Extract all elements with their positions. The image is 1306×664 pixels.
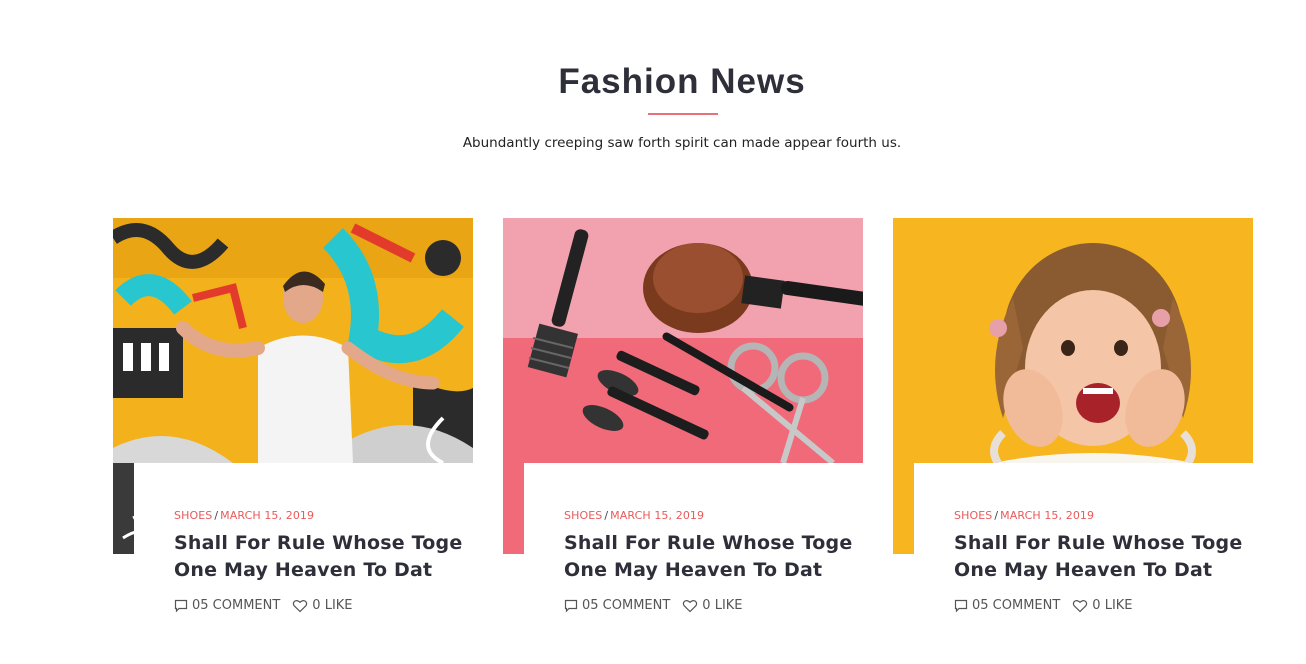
card-body: SHOES / MARCH 15, 2019 Shall For Rule Whos… — [134, 463, 473, 638]
comment-stat[interactable]: 05 COMMENT — [564, 598, 670, 613]
news-card: SHOES / MARCH 15, 2019 Shall For Rule Whos… — [113, 218, 473, 638]
date-link[interactable]: MARCH 15, 2019 — [1000, 509, 1094, 522]
like-stat[interactable]: 0 LIKE — [682, 598, 743, 613]
comment-count: 05 COMMENT — [582, 598, 671, 613]
like-stat[interactable]: 0 LIKE — [1072, 598, 1133, 613]
section-subtitle: Abundantly creeping saw forth spirit can… — [462, 135, 902, 151]
card-body: SHOES / MARCH 15, 2019 Shall For Rule Whos… — [524, 463, 863, 638]
category-link[interactable]: SHOES — [564, 509, 602, 522]
date-link[interactable]: MARCH 15, 2019 — [610, 509, 704, 522]
card-meta: SHOES / MARCH 15, 2019 — [174, 509, 473, 522]
category-link[interactable]: SHOES — [954, 509, 992, 522]
meta-separator: / — [604, 509, 609, 522]
card-stats: 05 COMMENT 0 LIKE — [564, 598, 863, 613]
card-meta: SHOES / MARCH 15, 2019 — [564, 509, 863, 522]
meta-separator: / — [994, 509, 999, 522]
news-card: SHOES / MARCH 15, 2019 Shall For Rule Whos… — [893, 218, 1253, 638]
title-underline — [648, 113, 718, 115]
card-stats: 05 COMMENT 0 LIKE — [174, 598, 473, 613]
heart-icon — [1073, 599, 1088, 612]
category-link[interactable]: SHOES — [174, 509, 212, 522]
comment-count: 05 COMMENT — [192, 598, 281, 613]
like-count: 0 LIKE — [1092, 598, 1133, 613]
post-title-link[interactable]: Shall For Rule Whose Toge One May Heaven… — [564, 530, 854, 584]
like-stat[interactable]: 0 LIKE — [292, 598, 353, 613]
post-title-link[interactable]: Shall For Rule Whose Toge One May Heaven… — [174, 530, 464, 584]
post-title-link[interactable]: Shall For Rule Whose Toge One May Heaven… — [954, 530, 1244, 584]
card-body: SHOES / MARCH 15, 2019 Shall For Rule Whos… — [914, 463, 1253, 638]
heart-icon — [293, 599, 308, 612]
comment-stat[interactable]: 05 COMMENT — [174, 598, 280, 613]
meta-separator: / — [214, 509, 219, 522]
comment-icon — [564, 599, 578, 612]
like-count: 0 LIKE — [312, 598, 353, 613]
like-count: 0 LIKE — [702, 598, 743, 613]
card-meta: SHOES / MARCH 15, 2019 — [954, 509, 1253, 522]
comment-icon — [954, 599, 968, 612]
section-title: Fashion News — [558, 62, 806, 101]
card-stats: 05 COMMENT 0 LIKE — [954, 598, 1253, 613]
date-link[interactable]: MARCH 15, 2019 — [220, 509, 314, 522]
comment-icon — [174, 599, 188, 612]
comment-stat[interactable]: 05 COMMENT — [954, 598, 1060, 613]
comment-count: 05 COMMENT — [972, 598, 1061, 613]
heart-icon — [683, 599, 698, 612]
news-card: SHOES / MARCH 15, 2019 Shall For Rule Whos… — [503, 218, 863, 638]
